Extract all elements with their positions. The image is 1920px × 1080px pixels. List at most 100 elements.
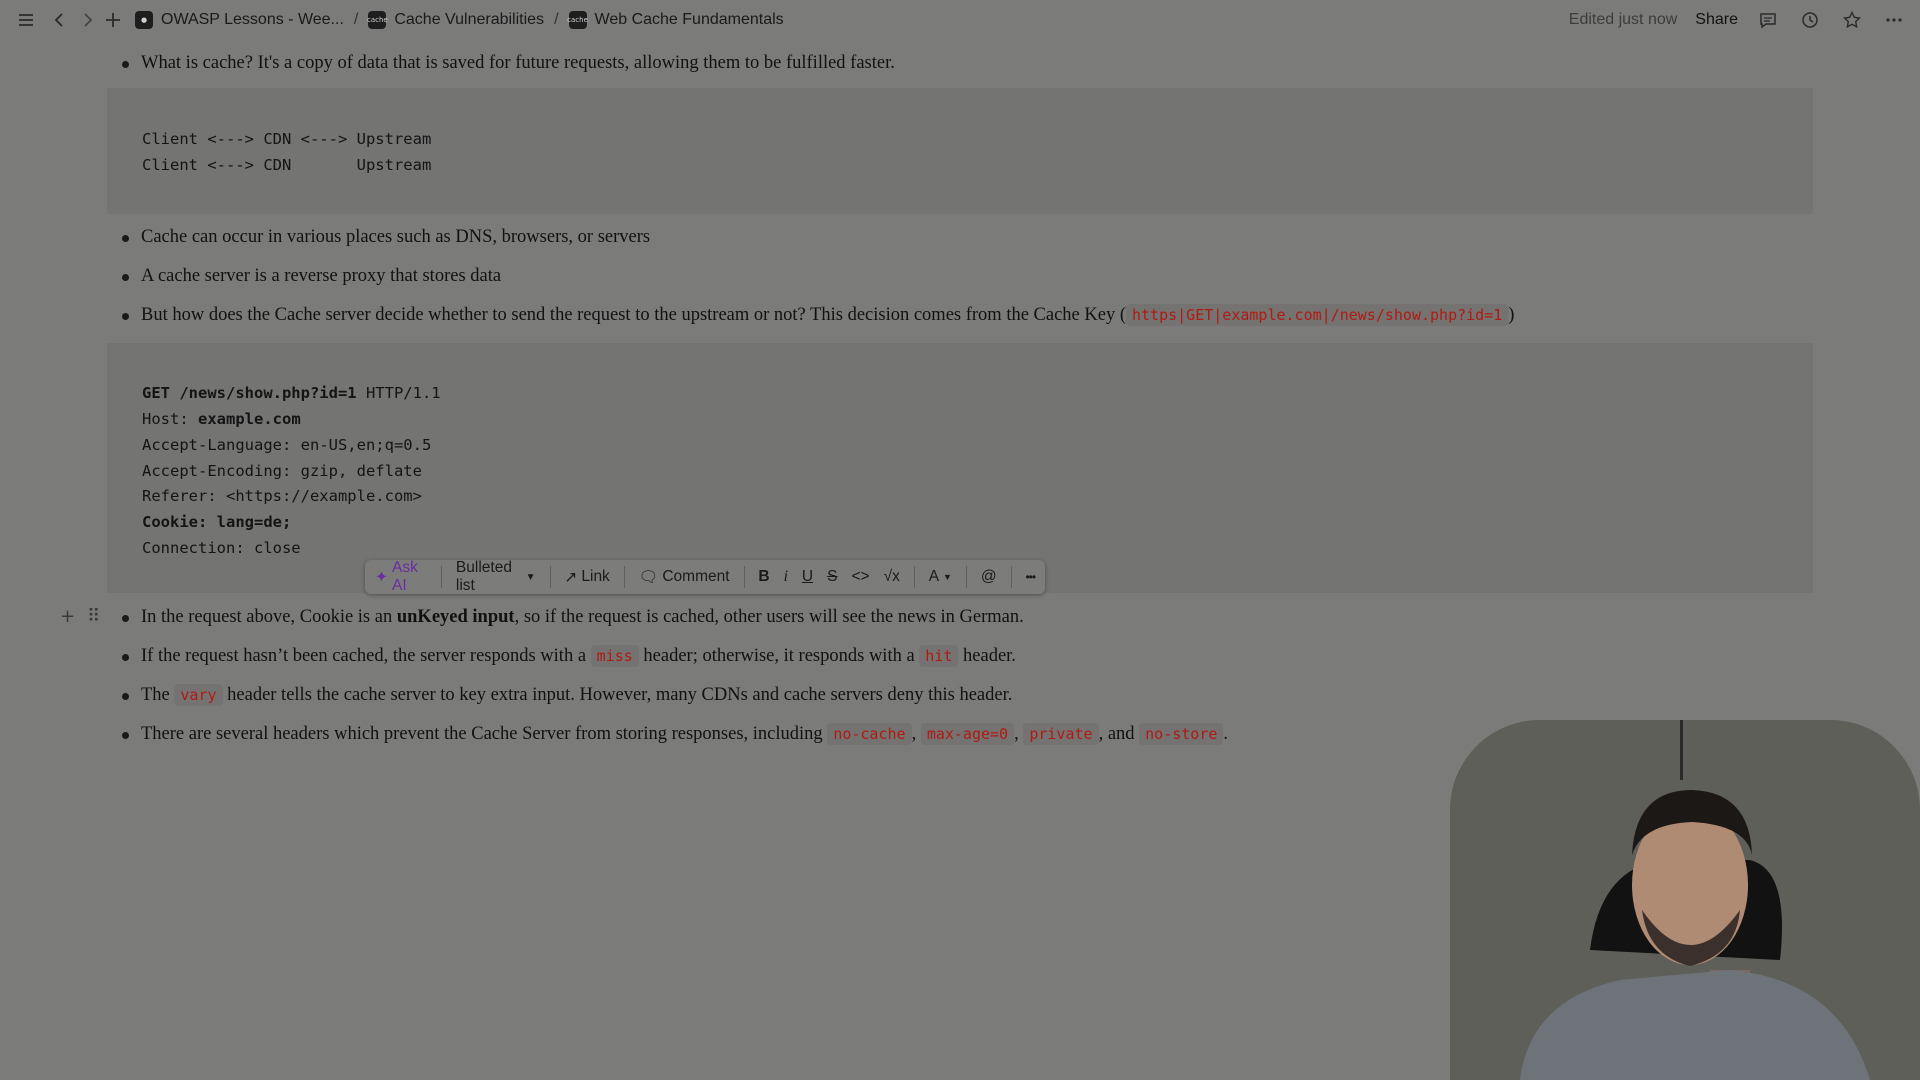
link-arrow-icon: ↗ [564, 568, 578, 586]
code-line: Referer: <https://example.com> [142, 487, 422, 505]
toolbar-divider [965, 566, 967, 588]
bullet-text: header. [958, 646, 1016, 666]
cache-icon: cache [567, 11, 588, 29]
code-block-http-request[interactable]: GET /news/show.php?id=1 HTTP/1.1 Host: e… [107, 343, 1813, 593]
webcam-overlay [1450, 720, 1920, 1080]
list-item[interactable]: If the request hasn’t been cached, the s… [122, 644, 1016, 668]
code-text: Host: [142, 410, 198, 428]
code-line: Accept-Encoding: gzip, deflate [142, 462, 422, 480]
sparkle-icon: ✦ [375, 568, 388, 586]
inline-code-no-cache: no-cache [827, 723, 912, 745]
block-handles: + ⠿ [60, 606, 100, 627]
inline-code-vary: vary [174, 684, 223, 706]
share-button[interactable]: Share [1695, 11, 1738, 29]
text-formatting-toolbar: ✦ Ask AI Bulleted list ▼ ↗ Link 🗨 Commen… [365, 559, 1045, 595]
underline-button[interactable]: U [802, 568, 813, 586]
list-item[interactable]: There are several headers which prevent … [121, 722, 1229, 746]
forward-arrow-icon[interactable] [75, 8, 99, 32]
toolbar-divider [623, 566, 625, 588]
bullet-text: header; otherwise, it responds with a [638, 646, 920, 666]
breadcrumb-separator: / [353, 11, 359, 28]
bullet-text: , [1014, 724, 1024, 744]
bullet-text: If the request hasn’t been cached, the s… [141, 646, 591, 666]
breadcrumb: ● OWASP Lessons - Wee... / cache Cache V… [135, 0, 784, 40]
bullet-text: In the request above, Cookie is an [141, 607, 397, 627]
cache-icon: cache [367, 11, 388, 29]
breadcrumb-label: Cache Vulnerabilities [394, 11, 545, 28]
breadcrumb-item-owasp-lessons[interactable]: ● OWASP Lessons - Wee... [135, 11, 344, 29]
toolbar-divider [913, 566, 915, 588]
code-line: Client <---> CDN <---> Upstream [142, 130, 432, 148]
add-block-plus-icon[interactable]: + [60, 606, 75, 627]
bullet-text: , and [1098, 724, 1140, 744]
comment-button[interactable]: 🗨 Comment [639, 568, 730, 587]
block-type-dropdown[interactable]: Bulleted list ▼ [456, 559, 536, 595]
list-item[interactable]: The vary header tells the cache server t… [121, 683, 1013, 707]
toolbar-divider [549, 566, 551, 588]
bullet-text: , so if the request is cached, other use… [514, 607, 1024, 627]
code-line: Accept-Language: en-US,en;q=0.5 [142, 436, 432, 454]
list-item[interactable]: In the request above, Cookie is an unKey… [122, 605, 1024, 629]
inline-code-private: private [1023, 723, 1099, 745]
toolbar-divider [743, 566, 745, 588]
bullet-text: ) [1508, 305, 1515, 325]
more-options-icon[interactable] [1882, 8, 1906, 32]
list-item[interactable]: What is cache? It's a copy of data that … [122, 51, 895, 75]
code-line: Cookie: lang=de; [142, 513, 292, 531]
sidebar-menu-icon[interactable] [14, 8, 38, 32]
bullet-text: A cache server is a reverse proxy that s… [141, 266, 502, 286]
breadcrumb-separator: / [554, 11, 559, 28]
bullet-text: But how does the Cache server decide whe… [141, 305, 1126, 325]
drag-handle-icon[interactable]: ⠿ [87, 606, 100, 627]
inline-code-max-age: max-age=0 [920, 723, 1015, 745]
comments-icon[interactable] [1756, 8, 1780, 32]
bullet-bold-text: unKeyed input [396, 607, 515, 627]
ask-ai-label: Ask AI [392, 559, 418, 594]
toolbar-divider [441, 566, 442, 588]
ask-ai-button[interactable]: ✦ Ask AI [375, 559, 427, 595]
bullet-text: What is cache? It's a copy of data that … [141, 53, 895, 73]
back-arrow-icon[interactable] [48, 8, 72, 32]
strikethrough-button[interactable]: S [827, 568, 837, 586]
mention-button[interactable]: @ [981, 568, 997, 586]
bold-button[interactable]: B [758, 568, 769, 586]
bullet-text: . [1223, 724, 1229, 744]
list-item[interactable]: A cache server is a reverse proxy that s… [121, 264, 502, 288]
italic-button[interactable]: i [784, 568, 788, 586]
top-bar-actions: Edited just now Share [1569, 0, 1906, 40]
code-bold: GET /news/show.php?id=1 [142, 384, 357, 402]
new-page-plus-icon[interactable] [101, 8, 125, 32]
bullet-text: There are several headers which prevent … [141, 724, 828, 744]
code-line: GET /news/show.php?id=1 HTTP/1.1 [142, 383, 441, 403]
code-line: Host: example.com [142, 409, 301, 429]
favorite-star-icon[interactable] [1840, 8, 1864, 32]
owasp-icon: ● [135, 11, 153, 29]
code-button[interactable]: <> [851, 568, 869, 586]
link-button[interactable]: ↗ Link [564, 568, 609, 587]
breadcrumb-item-web-cache-fundamentals[interactable]: cache Web Cache Fundamentals [567, 11, 784, 29]
breadcrumb-label: OWASP Lessons - Wee... [161, 11, 344, 28]
link-label: Link [581, 568, 610, 585]
bullet-text: Cache can occur in various places such a… [141, 227, 651, 247]
code-bold: example.com [198, 410, 301, 428]
code-block-cdn[interactable]: Client <---> CDN <---> Upstream Client <… [107, 88, 1813, 214]
list-item[interactable]: But how does the Cache server decide whe… [121, 303, 1515, 327]
breadcrumb-label: Web Cache Fundamentals [594, 11, 784, 28]
chevron-down-icon: ▼ [943, 572, 952, 582]
breadcrumb-item-cache-vulnerabilities[interactable]: cache Cache Vulnerabilities [367, 11, 545, 29]
history-clock-icon[interactable] [1798, 8, 1822, 32]
top-bar: ● OWASP Lessons - Wee... / cache Cache V… [0, 0, 1920, 40]
comment-label: Comment [662, 568, 730, 585]
more-options-button[interactable]: ••• [1025, 570, 1036, 584]
equation-button[interactable]: √x [884, 568, 900, 586]
code-line: Client <---> CDN Upstream [142, 156, 432, 174]
bullet-text: header tells the cache server to key ext… [222, 685, 1013, 705]
comment-icon: 🗨 [638, 568, 659, 586]
code-line: Connection: close [142, 539, 301, 557]
text-color-button[interactable]: A ▼ [929, 568, 952, 586]
bullet-text: , [911, 724, 921, 744]
inline-code-cache-key: https|GET|example.com|/news/show.php?id=… [1126, 304, 1509, 326]
list-item[interactable]: Cache can occur in various places such a… [121, 225, 651, 249]
inline-code-hit: hit [919, 645, 959, 667]
bullet-text: The [141, 685, 175, 705]
